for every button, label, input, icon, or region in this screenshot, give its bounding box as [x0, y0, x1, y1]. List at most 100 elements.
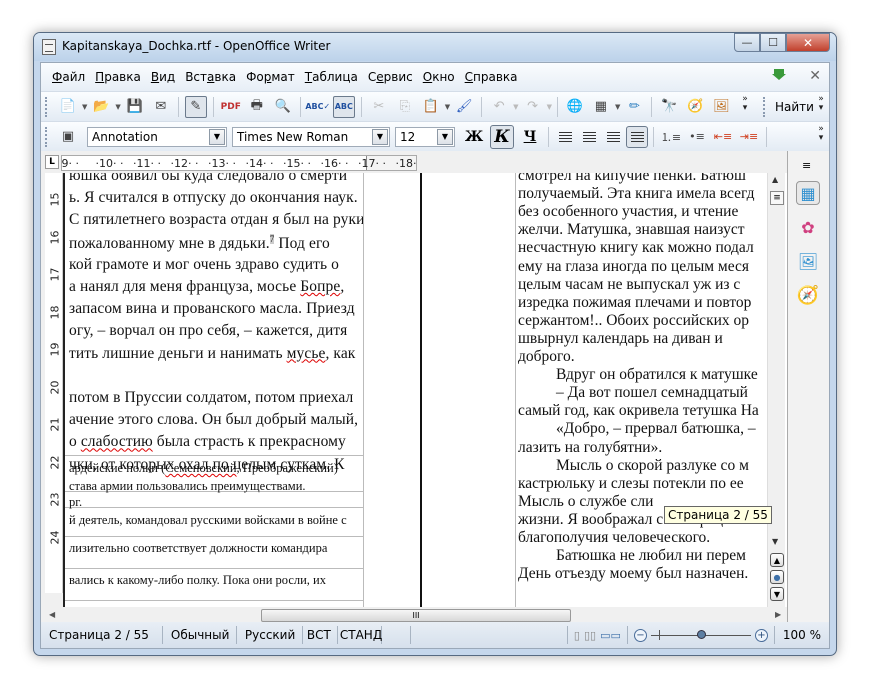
previous-page-button[interactable]: ▲ [770, 553, 784, 567]
menu-4[interactable]: Формат [241, 70, 300, 84]
export-pdf-icon[interactable]: PDF [220, 96, 242, 118]
menu-7[interactable]: Окно [418, 70, 460, 84]
chevron-down-icon[interactable]: ▼ [437, 128, 453, 145]
close-button[interactable]: ✕ [786, 33, 830, 52]
page-style-status[interactable]: Обычный [163, 626, 237, 644]
menu-1[interactable]: Правка [90, 70, 146, 84]
underline-button[interactable]: Ч [518, 125, 542, 149]
find-replace-icon[interactable]: 🔭 [658, 96, 680, 118]
gallery-icon[interactable]: 🌐 [564, 96, 586, 118]
next-page-button[interactable]: ▼ [770, 587, 784, 601]
table-icon[interactable]: ▦ [590, 96, 612, 118]
styles-formatting-icon[interactable]: ▣ [57, 126, 79, 148]
vertical-ruler[interactable]: 15 16 17 18 19 20 21 22 23 24 [45, 173, 63, 593]
insert-image-icon[interactable]: 🖼 [710, 96, 732, 118]
single-page-view-icon[interactable]: ▯ [574, 629, 580, 642]
align-center-button[interactable] [578, 126, 600, 148]
navigator-icon[interactable]: 🧭 [684, 96, 706, 118]
clone-formatting-icon[interactable]: 🖌 [453, 96, 475, 118]
sidebar-menu-icon[interactable]: ≡ [802, 159, 811, 172]
menu-3[interactable]: Вставка [180, 70, 241, 84]
new-document-icon[interactable]: 📄 [57, 96, 79, 118]
redo-dropdown-icon[interactable]: ▼ [547, 103, 552, 111]
book-view-icon[interactable]: ▭▭ [600, 629, 621, 642]
copy-icon[interactable]: ⎘ [394, 96, 416, 118]
menu-8[interactable]: Справка [460, 70, 523, 84]
menu-2[interactable]: Вид [146, 70, 180, 84]
paragraph-style-select[interactable]: Annotation ▼ [87, 126, 227, 147]
paste-dropdown-icon[interactable]: ▼ [445, 103, 450, 111]
paste-icon[interactable]: 📋 [420, 96, 442, 118]
minimize-button[interactable]: — [734, 33, 760, 52]
autospellcheck-icon[interactable]: ABC [332, 95, 355, 118]
print-icon[interactable]: 🖶 [246, 96, 268, 118]
update-download-icon[interactable] [771, 69, 787, 83]
gallery-icon[interactable]: 🖼 [796, 249, 820, 273]
justify-button[interactable] [626, 125, 648, 148]
spellcheck-icon[interactable]: ABC✓ [305, 96, 330, 118]
multi-page-view-icon[interactable]: ▯▯ [584, 629, 596, 642]
font-name-select[interactable]: Times New Roman ▼ [232, 126, 390, 147]
page-number-status[interactable]: Страница 2 / 55 [41, 626, 163, 644]
open-folder-icon[interactable]: 📂 [90, 96, 112, 118]
increase-indent-icon[interactable]: ⇥≡ [738, 126, 760, 148]
numbering-icon[interactable]: ⒈≡ [660, 126, 682, 148]
chevron-down-icon[interactable]: ▼ [372, 128, 388, 145]
find-overflow-button[interactable]: » ▾ [815, 95, 827, 113]
page-preview-icon[interactable]: 🔍 [272, 96, 294, 118]
vertical-scroll-thumb[interactable]: ≡ [770, 191, 784, 205]
horizontal-ruler[interactable]: ·9· · ·10· · ·11· · ·12· · ·13· · ·14· · ·15· … [61, 155, 417, 171]
footnote-anchor[interactable]: 7 [269, 233, 275, 244]
zoom-out-icon[interactable]: − [633, 628, 647, 642]
save-icon[interactable]: 💾 [124, 96, 146, 118]
undo-dropdown-icon[interactable]: ▼ [513, 103, 518, 111]
language-status[interactable]: Русский [237, 626, 303, 644]
scroll-left-arrow[interactable]: ◀ [49, 610, 55, 619]
toolbar-grip[interactable] [45, 126, 51, 147]
selection-mode-status[interactable]: СТАНД [338, 626, 382, 644]
properties-icon[interactable]: ▦ [796, 181, 820, 205]
menu-6[interactable]: Сервис [363, 70, 418, 84]
decrease-indent-icon[interactable]: ⇤≡ [712, 126, 734, 148]
vertical-scrollbar[interactable]: ▲ ≡ ▼ ▲ ● ▼ [767, 173, 785, 607]
align-right-button[interactable] [602, 126, 624, 148]
italic-button[interactable]: К [490, 124, 514, 149]
chevron-down-icon[interactable]: ▼ [209, 128, 225, 145]
bullets-icon[interactable]: •≡ [686, 126, 708, 148]
find-toolbar-grip[interactable] [763, 96, 769, 117]
email-icon[interactable]: ✉ [150, 96, 172, 118]
menu-5[interactable]: Таблица [300, 70, 363, 84]
new-dropdown-icon[interactable]: ▼ [82, 103, 87, 111]
zoom-percent[interactable]: 100 % [775, 626, 829, 644]
open-dropdown-icon[interactable]: ▼ [115, 103, 120, 111]
maximize-button[interactable]: ☐ [760, 33, 786, 52]
zoom-in-icon[interactable]: + [754, 628, 768, 642]
format-overflow-button[interactable]: » ▾ [815, 125, 827, 143]
align-left-button[interactable] [554, 126, 576, 148]
edit-mode-icon[interactable]: ✎ [184, 95, 207, 118]
menu-0[interactable]: Файл [47, 70, 90, 84]
font-size-select[interactable]: 12 ▼ [395, 126, 455, 147]
zoom-slider-knob[interactable] [696, 630, 706, 639]
table-dropdown-icon[interactable]: ▼ [615, 103, 620, 111]
scroll-right-arrow[interactable]: ▶ [775, 610, 781, 619]
insert-mode-status[interactable]: ВСТ [303, 626, 338, 644]
styles-formatting-icon[interactable]: ✿ [796, 215, 820, 239]
close-document-button[interactable]: ✕ [809, 68, 821, 84]
zoom-slider[interactable] [650, 626, 751, 644]
tab-stop-selector[interactable]: L [45, 155, 59, 169]
undo-icon[interactable]: ↶ [488, 96, 510, 118]
toolbar-overflow-button[interactable]: » ▾ [739, 95, 751, 113]
navigator-icon[interactable]: 🧭 [796, 283, 820, 307]
scroll-down-arrow[interactable]: ▼ [772, 537, 778, 546]
draw-functions-icon[interactable]: ✏ [623, 96, 645, 118]
bold-button[interactable]: Ж [462, 125, 486, 149]
horizontal-scroll-thumb[interactable]: III [261, 609, 571, 622]
find-button[interactable]: Найти [775, 100, 814, 114]
redo-icon[interactable]: ↷ [522, 96, 544, 118]
scroll-up-arrow[interactable]: ▲ [772, 175, 778, 184]
toolbar-grip[interactable] [45, 96, 51, 117]
document-view[interactable]: юшка обявил бы куда следовало о смерти ь.… [63, 173, 789, 607]
cut-icon[interactable]: ✂ [368, 96, 390, 118]
navigation-button[interactable]: ● [770, 570, 784, 584]
